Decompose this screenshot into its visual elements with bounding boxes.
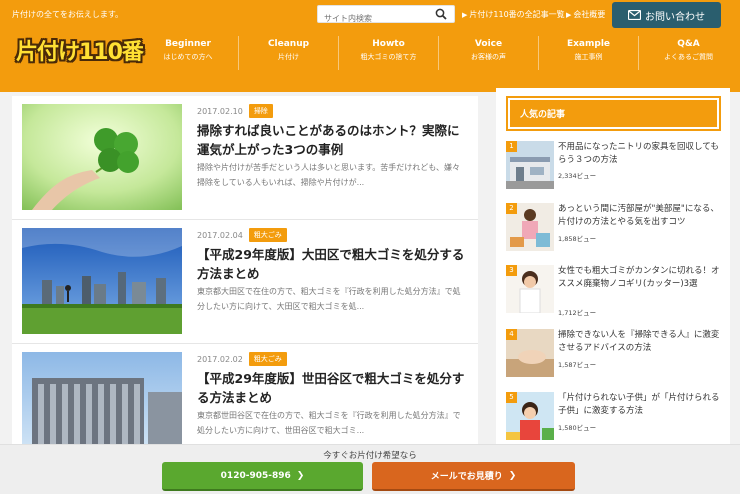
category-badge[interactable]: 粗大ごみ [248,352,287,366]
category-badge[interactable]: 粗大ごみ [248,228,287,242]
popular-posts-heading: 人気の記事 [506,96,721,131]
article-meta: 2017.02.04 粗大ごみ [197,228,287,242]
ranking-item[interactable]: 3 女性でも粗大ゴミがカンタンに切れる！オススメ廃棄物ノコギリ(カッター)3選 … [506,265,724,327]
article-excerpt: 掃除や片付けが苦手だという人は多いと思います。苦手だけれども、嫌々掃除をしている… [197,163,460,187]
ranking-item[interactable]: 1 不用品になったニトリの家具を回収してもらう３つの方法 2,334ビュー [506,141,724,203]
cta-prompt: 今すぐお片付け希望なら [323,451,417,461]
ranking-title[interactable]: 掃除できない人を『掃除できる人』に激変させるアドバイスの方法 [558,329,723,355]
contact-button[interactable]: お問い合わせ [612,2,721,28]
category-badge[interactable]: 掃除 [248,104,273,118]
article-title[interactable]: 【平成29年度版】大田区で粗大ゴミを処分する方法まとめ [197,245,467,283]
clover-thumbnail[interactable] [22,104,182,210]
article-card[interactable]: 2017.02.04 粗大ごみ 【平成29年度版】大田区で粗大ゴミを処分する方法… [12,220,478,344]
rank-number: 2 [506,203,517,214]
tagline: 片付けの全てをお伝えします。 [12,10,124,19]
city-park-thumbnail[interactable] [22,228,182,334]
ranking-item[interactable]: 2 あっという間に汚部屋が"美部屋"になる、片付けの方法とやる気を出すコツ 1,… [506,203,724,265]
ranking-title[interactable]: 女性でも粗大ゴミがカンタンに切れる！オススメ廃棄物ノコギリ(カッター)3選 [558,265,723,291]
email-quote-button[interactable]: メールでお見積り ❯ [372,462,575,491]
sidebar: 人気の記事 1 不用品になったニトリの家具を回収してもらう３つの方法 2,334… [496,88,730,448]
all-articles-link[interactable]: ▶ 片付け110番の全記事一覧 [462,9,565,20]
ranking-item[interactable]: 5 「片付けられない子供」が「片付けられる子供」に激変する方法 1,580ビュー [506,392,724,448]
cta-bar: 今すぐお片付け希望なら 0120-905-896 ❯ メールでお見積り ❯ [0,444,740,494]
article-excerpt: 東京都大田区で在住の方で、粗大ゴミを『行政を利用した処分方法』で処分したい方に向… [197,287,461,311]
main-nav: Beginner はじめての方へ Cleanup 片付け Howto 粗大ゴミの… [138,36,740,70]
rank-number: 1 [506,141,517,152]
post-date: 2017.02.10 [197,106,243,116]
article-title[interactable]: 掃除すれば良いことがあるのはホント？実際に運気が上がった3つの事例 [197,121,467,159]
rank-number: 5 [506,392,517,403]
view-count: 1,580ビュー [558,424,597,432]
article-meta: 2017.02.02 粗大ごみ [197,352,287,366]
view-count: 1,712ビュー [558,309,597,317]
page: 片付けの全てをお伝えします。 ▶片付け110番の全記事一覧 ▶会社概要 お問い合… [0,0,740,494]
nav-item-beginner[interactable]: Beginner はじめての方へ [138,36,238,70]
view-count: 1,587ビュー [558,361,597,369]
article-card[interactable]: 2017.02.02 粗大ごみ 【平成29年度版】世田谷区で粗大ゴミを処分する方… [12,344,478,446]
chevron-right-icon: ▶ [462,11,468,19]
chevron-right-icon: ❯ [296,470,305,481]
nav-item-voice[interactable]: Voice お客様の声 [438,36,538,70]
nav-item-howto[interactable]: Howto 粗大ゴミの捨て方 [338,36,438,70]
article-meta: 2017.02.10 掃除 [197,104,273,118]
search-box[interactable] [317,5,455,27]
nav-item-qa[interactable]: Q&A よくあるご質問 [638,36,738,70]
site-logo[interactable]: 片付け110番 [16,34,144,66]
article-card[interactable]: 2017.02.10 掃除 掃除すれば良いことがあるのはホント？実際に運気が上が… [12,96,478,220]
company-link[interactable]: ▶ 会社概要 [566,9,605,20]
ranking-title[interactable]: あっという間に汚部屋が"美部屋"になる、片付けの方法とやる気を出すコツ [558,203,723,229]
ranking-title[interactable]: 不用品になったニトリの家具を回収してもらう３つの方法 [558,141,723,167]
post-date: 2017.02.04 [197,230,243,240]
article-excerpt: 東京都世田谷区で在住の方で、粗大ゴミを『行政を利用した処分方法』で処分したい方に… [197,411,461,435]
site-header: 片付けの全てをお伝えします。 ▶片付け110番の全記事一覧 ▶会社概要 お問い合… [0,0,740,92]
search-icon[interactable] [435,8,447,20]
chevron-right-icon: ▶ [566,11,572,19]
nav-item-cleanup[interactable]: Cleanup 片付け [238,36,338,70]
phone-button[interactable]: 0120-905-896 ❯ [162,462,363,491]
rank-number: 4 [506,329,517,340]
rank-number: 3 [506,265,517,276]
nav-item-example[interactable]: Example 施工事例 [538,36,638,70]
article-list: 2017.02.10 掃除 掃除すれば良いことがあるのはホント？実際に運気が上が… [12,96,478,446]
ranking-title[interactable]: 「片付けられない子供」が「片付けられる子供」に激変する方法 [558,392,723,418]
post-date: 2017.02.02 [197,354,243,364]
view-count: 2,334ビュー [558,172,597,180]
search-input[interactable] [318,10,430,27]
office-building-thumbnail[interactable] [22,352,182,446]
view-count: 1,858ビュー [558,235,597,243]
article-title[interactable]: 【平成29年度版】世田谷区で粗大ゴミを処分する方法まとめ [197,369,467,407]
ranking-item[interactable]: 4 掃除できない人を『掃除できる人』に激変させるアドバイスの方法 1,587ビュ… [506,329,724,391]
mail-icon [628,10,641,20]
chevron-right-icon: ❯ [508,470,517,481]
